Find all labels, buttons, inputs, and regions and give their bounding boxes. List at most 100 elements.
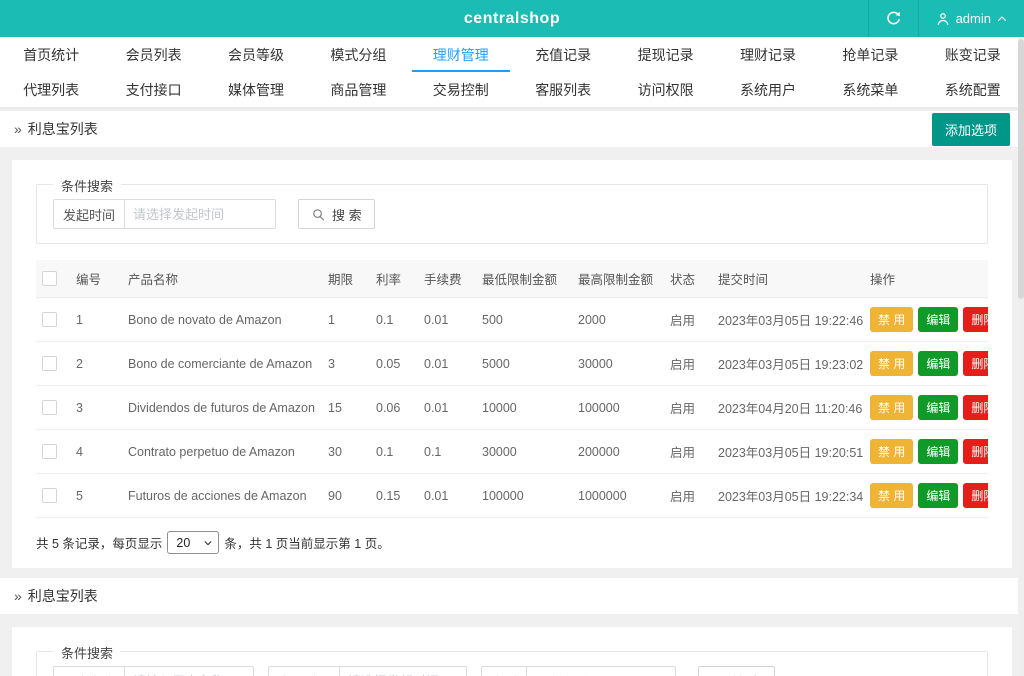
nav-tab-row1-0[interactable]: 首页统计 — [0, 37, 102, 72]
nav-tab-row1-7[interactable]: 理财记录 — [717, 37, 819, 72]
page-title: 利息宝列表 — [28, 119, 98, 139]
nav-tab-label: 支付接口 — [126, 80, 182, 100]
nav-tab-row2-2[interactable]: 媒体管理 — [205, 72, 307, 107]
type-label: 类型 — [481, 666, 526, 676]
row-actions: 禁 用编辑删除 — [870, 395, 982, 420]
search-fieldset-2: 条件搜索 用户名称 发起时间 类型 所有类型 — [36, 651, 988, 676]
delete-button[interactable]: 删除 — [963, 439, 988, 464]
cell-name: Contrato perpetuo de Amazon — [122, 430, 322, 474]
nav-tab-row1-2[interactable]: 会员等级 — [205, 37, 307, 72]
breadcrumb-icon: » — [14, 588, 22, 604]
cell-status: 启用 — [664, 342, 712, 386]
nav-tab-row2-7[interactable]: 系统用户 — [717, 72, 819, 107]
page-size-select[interactable]: 20 — [167, 531, 219, 554]
refresh-button[interactable] — [869, 0, 918, 37]
cell-term: 90 — [322, 474, 370, 518]
nav-tab-label: 抢单记录 — [842, 45, 898, 65]
edit-button[interactable]: 编辑 — [918, 395, 958, 420]
nav-tab-row1-3[interactable]: 模式分组 — [307, 37, 409, 72]
disable-button[interactable]: 禁 用 — [870, 439, 913, 464]
cell-fee: 0.1 — [418, 430, 476, 474]
type-select-value: 所有类型 — [535, 672, 587, 676]
nav-tab-row1-8[interactable]: 抢单记录 — [819, 37, 921, 72]
top-header-bar: centralshop admin — [0, 0, 1024, 37]
nav-tab-row1-5[interactable]: 充值记录 — [512, 37, 614, 72]
type-select[interactable]: 所有类型 — [526, 666, 676, 676]
disable-button[interactable]: 禁 用 — [870, 395, 913, 420]
cell-time: 2023年03月05日 19:22:46 — [712, 298, 864, 342]
nav-tab-label: 媒体管理 — [228, 80, 284, 100]
disable-button[interactable]: 禁 用 — [870, 483, 913, 508]
delete-button[interactable]: 删除 — [963, 395, 988, 420]
nav-tab-row2-3[interactable]: 商品管理 — [307, 72, 409, 107]
row-checkbox[interactable] — [42, 488, 57, 503]
cell-term: 1 — [322, 298, 370, 342]
nav-row-2: 代理列表 支付接口 媒体管理 商品管理交易控制 客服列表 访问权限系统用户系统菜单系统配置 — [0, 72, 1024, 107]
username-group: 用户名称 — [53, 666, 254, 676]
row-checkbox[interactable] — [42, 444, 57, 459]
search-legend-2: 条件搜索 — [53, 643, 121, 662]
row-checkbox[interactable] — [42, 312, 57, 327]
breadcrumb: » 利息宝列表 — [14, 119, 98, 139]
delete-button[interactable]: 删除 — [963, 307, 988, 332]
disable-button[interactable]: 禁 用 — [870, 351, 913, 376]
nav-tab-label: 客服列表 — [535, 80, 591, 100]
cell-max: 2000 — [572, 298, 664, 342]
nav-tab-row2-6[interactable]: 访问权限 — [614, 72, 716, 107]
interest-products-panel: 条件搜索 发起时间 搜 索 编号产品名称期限利率手续费最低限制金额最高限 — [12, 160, 1012, 568]
vertical-scrollbar[interactable] — [1018, 37, 1024, 676]
start-time-input-2[interactable] — [339, 666, 467, 676]
username-input[interactable] — [124, 666, 254, 676]
start-time-group-2: 发起时间 — [268, 666, 467, 676]
user-menu[interactable]: admin — [919, 0, 1024, 37]
chevron-up-icon — [996, 13, 1008, 25]
toolbar-interest-list: » 利息宝列表 添加选项 — [0, 111, 1024, 147]
edit-button[interactable]: 编辑 — [918, 307, 958, 332]
row-actions: 禁 用编辑删除 — [870, 483, 982, 508]
username: admin — [956, 11, 991, 26]
search-legend-1: 条件搜索 — [53, 176, 121, 195]
cell-status: 启用 — [664, 298, 712, 342]
nav-tab-row2-4[interactable]: 交易控制 — [410, 72, 512, 107]
edit-button[interactable]: 编辑 — [918, 483, 958, 508]
column-header: 操作 — [864, 260, 988, 298]
start-time-input[interactable] — [124, 199, 276, 229]
column-header: 手续费 — [418, 260, 476, 298]
select-all-checkbox[interactable] — [42, 271, 57, 286]
nav-tab-row1-1[interactable]: 会员列表 — [102, 37, 204, 72]
cell-min: 5000 — [476, 342, 572, 386]
cell-term: 3 — [322, 342, 370, 386]
edit-button[interactable]: 编辑 — [918, 351, 958, 376]
nav-tab-row2-5[interactable]: 客服列表 — [512, 72, 614, 107]
search-button-1[interactable]: 搜 索 — [298, 199, 375, 229]
pagination-suffix: 条，共 1 页当前显示第 1 页。 — [224, 533, 389, 552]
nav-tab-row2-0[interactable]: 代理列表 — [0, 72, 102, 107]
delete-button[interactable]: 删除 — [963, 351, 988, 376]
cell-min: 10000 — [476, 386, 572, 430]
row-checkbox[interactable] — [42, 400, 57, 415]
nav-tab-row2-8[interactable]: 系统菜单 — [819, 72, 921, 107]
nav-tab-label: 会员列表 — [126, 45, 182, 65]
row-actions: 禁 用编辑删除 — [870, 439, 982, 464]
cell-rate: 0.05 — [370, 342, 418, 386]
nav-tab-row1-9[interactable]: 账变记录 — [922, 37, 1024, 72]
table-row: 2Bono de comerciante de Amazon30.050.015… — [36, 342, 988, 386]
scrollbar-thumb[interactable] — [1018, 39, 1024, 299]
header-actions: admin — [868, 0, 1024, 37]
edit-button[interactable]: 编辑 — [918, 439, 958, 464]
nav-tab-row2-1[interactable]: 支付接口 — [102, 72, 204, 107]
column-header: 最高限制金额 — [572, 260, 664, 298]
disable-button[interactable]: 禁 用 — [870, 307, 913, 332]
search-button-label-2: 搜 索 — [732, 672, 762, 676]
search-icon — [311, 207, 326, 222]
delete-button[interactable]: 删除 — [963, 483, 988, 508]
row-checkbox[interactable] — [42, 356, 57, 371]
nav-tab-row1-4[interactable]: 理财管理 — [410, 37, 512, 72]
column-header: 状态 — [664, 260, 712, 298]
add-option-button[interactable]: 添加选项 — [932, 113, 1010, 146]
cell-id: 4 — [70, 430, 122, 474]
nav-tab-row2-9[interactable]: 系统配置 — [922, 72, 1024, 107]
nav-tab-row1-6[interactable]: 提现记录 — [614, 37, 716, 72]
cell-fee: 0.01 — [418, 386, 476, 430]
search-button-2[interactable]: 搜 索 — [698, 666, 775, 676]
